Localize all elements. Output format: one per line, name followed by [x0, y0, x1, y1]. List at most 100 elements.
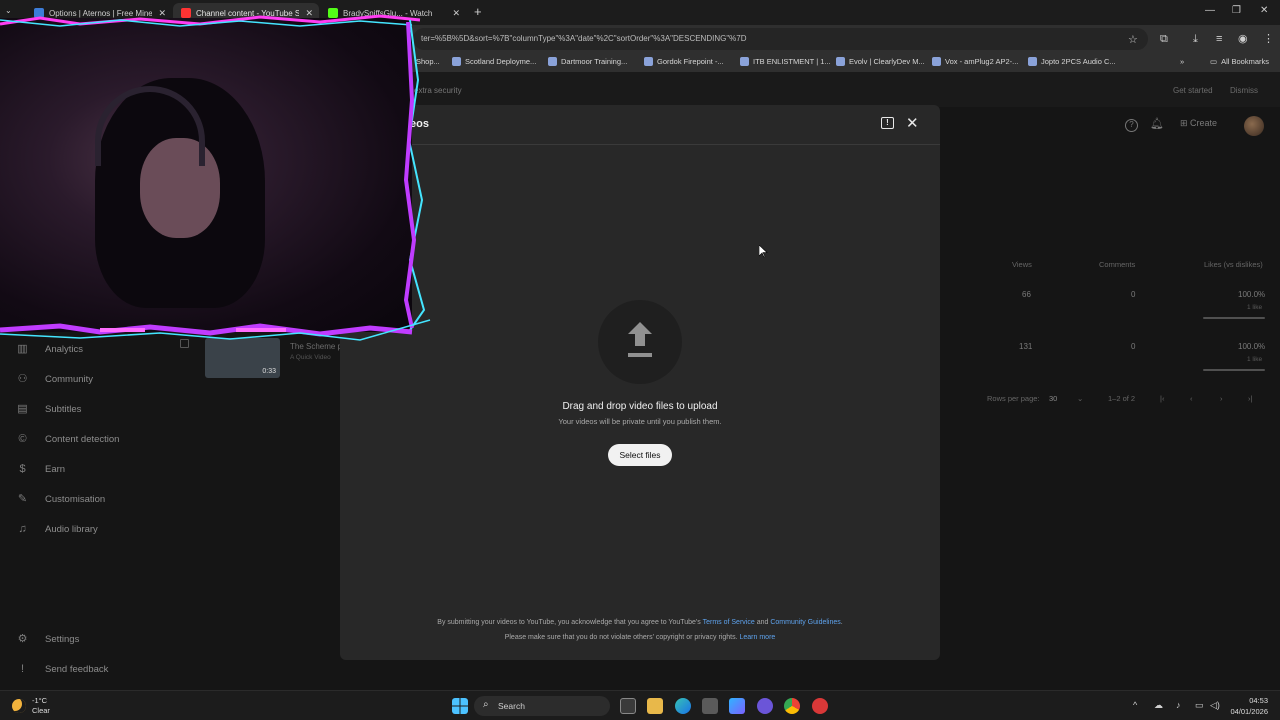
all-bookmarks[interactable]: ▭ All Bookmarks [1210, 57, 1269, 66]
sidebar-item-label: Send feedback [45, 664, 109, 675]
sidebar-item-label: Audio library [45, 524, 98, 535]
rows-per-page-select[interactable]: 30 [1049, 394, 1057, 403]
likes-cell: 100.0% [1238, 342, 1266, 351]
audio-library-icon: ♫ [18, 523, 27, 535]
file-explorer-icon[interactable] [647, 698, 663, 714]
chrome-icon[interactable] [784, 698, 800, 714]
windows-taskbar: -1°C Clear ⌕ Search ^ ☁ ♪ ▭ ◁) 04:53 04/… [0, 690, 1280, 720]
sidebar-item-label: Subtitles [45, 404, 82, 415]
bookmark-item[interactable]: Jopto 2PCS Audio C... [1028, 57, 1116, 66]
learn-more-link[interactable]: Learn more [740, 634, 776, 641]
copilot-icon[interactable] [729, 698, 745, 714]
upload-drop-zone[interactable] [598, 300, 682, 384]
bookmark-item[interactable]: Scotland Deployme... [452, 57, 536, 66]
sidebar-item-settings[interactable]: ⚙ Settings [16, 633, 80, 646]
bookmark-favicon-icon [740, 57, 749, 66]
chrome-menu-icon[interactable]: ⋮ [1263, 32, 1274, 45]
video-description: A Quick Video [290, 354, 331, 361]
sidebar-item-earn[interactable]: $ Earn [16, 463, 65, 476]
download-icon[interactable]: ⤓ [1193, 33, 1198, 46]
bookmark-favicon-icon [452, 57, 461, 66]
get-started-button[interactable]: Get started [1173, 86, 1213, 95]
microsoft-store-icon[interactable] [702, 698, 718, 714]
feedback-icon[interactable]: ! [881, 117, 894, 129]
maximize-icon[interactable]: ❐ [1232, 5, 1241, 16]
feedback-icon: ! [20, 663, 25, 675]
wand-icon: ✎ [17, 493, 28, 505]
profile-icon[interactable]: ◉ [1238, 32, 1248, 45]
sidebar-item-customisation[interactable]: ✎ Customisation [16, 493, 105, 506]
copyright-notice: Please make sure that you do not violate… [504, 634, 738, 641]
system-clock[interactable]: 04:53 04/01/2026 [1226, 695, 1268, 717]
column-header-comments[interactable]: Comments [1099, 260, 1135, 269]
close-window-icon[interactable]: ✕ [1260, 5, 1268, 16]
bookmark-star-icon[interactable]: ☆ [1128, 33, 1138, 46]
bookmark-favicon-icon [644, 57, 653, 66]
microphone-icon[interactable]: ♪ [1176, 700, 1181, 710]
moon-weather-icon[interactable] [12, 699, 26, 713]
task-view-icon[interactable] [620, 698, 636, 714]
like-count: 1 like [1247, 356, 1263, 363]
community-guidelines-link[interactable]: Community Guidelines [770, 619, 840, 626]
close-tab-icon[interactable]: ✕ [452, 8, 460, 19]
url-input[interactable]: ter=%5B%5D&sort=%7B"columnType"%3A"date"… [413, 28, 1148, 50]
bookmark-favicon-icon [548, 57, 557, 66]
bookmark-label: Jopto 2PCS Audio C... [1041, 57, 1116, 66]
dismiss-button[interactable]: Dismiss [1230, 86, 1258, 95]
bookmark-item[interactable]: ITB ENLISTMENT | 1... [740, 57, 831, 66]
chevron-down-icon[interactable]: ⌄ [1077, 394, 1083, 403]
sidebar-item-label: Customisation [45, 494, 106, 505]
terms-of-service-link[interactable]: Terms of Service [703, 619, 755, 626]
volume-icon[interactable]: ◁) [1210, 700, 1220, 711]
pagination-range: 1–2 of 2 [1108, 394, 1136, 403]
display-icon[interactable]: ▭ [1195, 700, 1204, 711]
select-files-button[interactable]: Select files [608, 444, 672, 466]
sidebar-item-subtitles[interactable]: ▤ Subtitles [16, 403, 81, 416]
subtitles-icon: ▤ [17, 403, 28, 415]
clock-date: 04/01/2026 [1230, 707, 1268, 716]
weather-condition: Clear [32, 706, 50, 715]
sidebar-item-community[interactable]: ⚇ Community [16, 373, 93, 386]
sidebar-item-content-detection[interactable]: © Content detection [16, 433, 119, 446]
bookmark-label: ITB ENLISTMENT | 1... [753, 57, 831, 66]
likes-ratio-bar [1203, 317, 1265, 319]
obs-recording-icon[interactable] [812, 698, 828, 714]
likes-ratio-bar [1203, 369, 1265, 371]
column-header-views[interactable]: Views [1012, 260, 1032, 269]
taskbar-search-input[interactable]: ⌕ Search [474, 696, 610, 716]
first-page-icon[interactable]: |‹ [1160, 394, 1164, 403]
extensions-icon[interactable]: ⧉ [1160, 33, 1168, 46]
drag-drop-heading: Drag and drop video files to upload [562, 401, 718, 412]
column-header-likes[interactable]: Likes (vs dislikes) [1204, 260, 1263, 269]
sidebar-item-label: Content detection [45, 434, 120, 445]
avatar[interactable] [1244, 116, 1264, 136]
close-icon[interactable]: ✕ [906, 114, 919, 132]
bookmark-item[interactable]: Dartmoor Training... [548, 57, 627, 66]
create-button[interactable]: ⊞ Create [1180, 118, 1217, 129]
bookmark-label: Gordok Firepoint -... [657, 57, 724, 66]
new-tab-plus-icon[interactable]: + [474, 4, 482, 19]
notifications-bell-icon[interactable]: 🔔︎ [1150, 117, 1164, 130]
sidebar-item-audio-library[interactable]: ♫ Audio library [16, 523, 98, 536]
bookmark-item[interactable]: Gordok Firepoint -... [644, 57, 724, 66]
privacy-note: Your videos will be private until you pu… [558, 417, 722, 426]
sidebar-item-label: Community [45, 374, 94, 385]
bookmarks-overflow-icon[interactable]: » [1180, 57, 1184, 66]
last-page-icon[interactable]: ›| [1248, 394, 1252, 403]
bookmark-item[interactable]: Vox - amPlug2 AP2-... [932, 57, 1018, 66]
previous-page-icon[interactable]: ‹ [1190, 394, 1193, 403]
onedrive-icon[interactable]: ☁ [1154, 700, 1163, 711]
sidebar-item-send-feedback[interactable]: ! Send feedback [16, 663, 108, 676]
help-icon[interactable]: ? [1125, 119, 1138, 132]
tray-overflow-chevron-icon[interactable]: ^ [1133, 700, 1137, 710]
tab-groups-icon[interactable]: ≡ [1216, 33, 1222, 45]
gear-icon: ⚙ [17, 633, 28, 645]
next-page-icon[interactable]: › [1220, 394, 1223, 403]
discord-icon[interactable] [757, 698, 773, 714]
weather-widget[interactable]: -1°C Clear [32, 696, 50, 716]
edge-browser-icon[interactable] [675, 698, 691, 714]
windows-start-icon[interactable] [452, 698, 468, 714]
minimize-icon[interactable]: — [1205, 5, 1215, 16]
bookmark-item[interactable]: Evolv | ClearlyDev M... [836, 57, 925, 66]
terms-text: By submitting your videos to YouTube, yo… [437, 619, 701, 626]
